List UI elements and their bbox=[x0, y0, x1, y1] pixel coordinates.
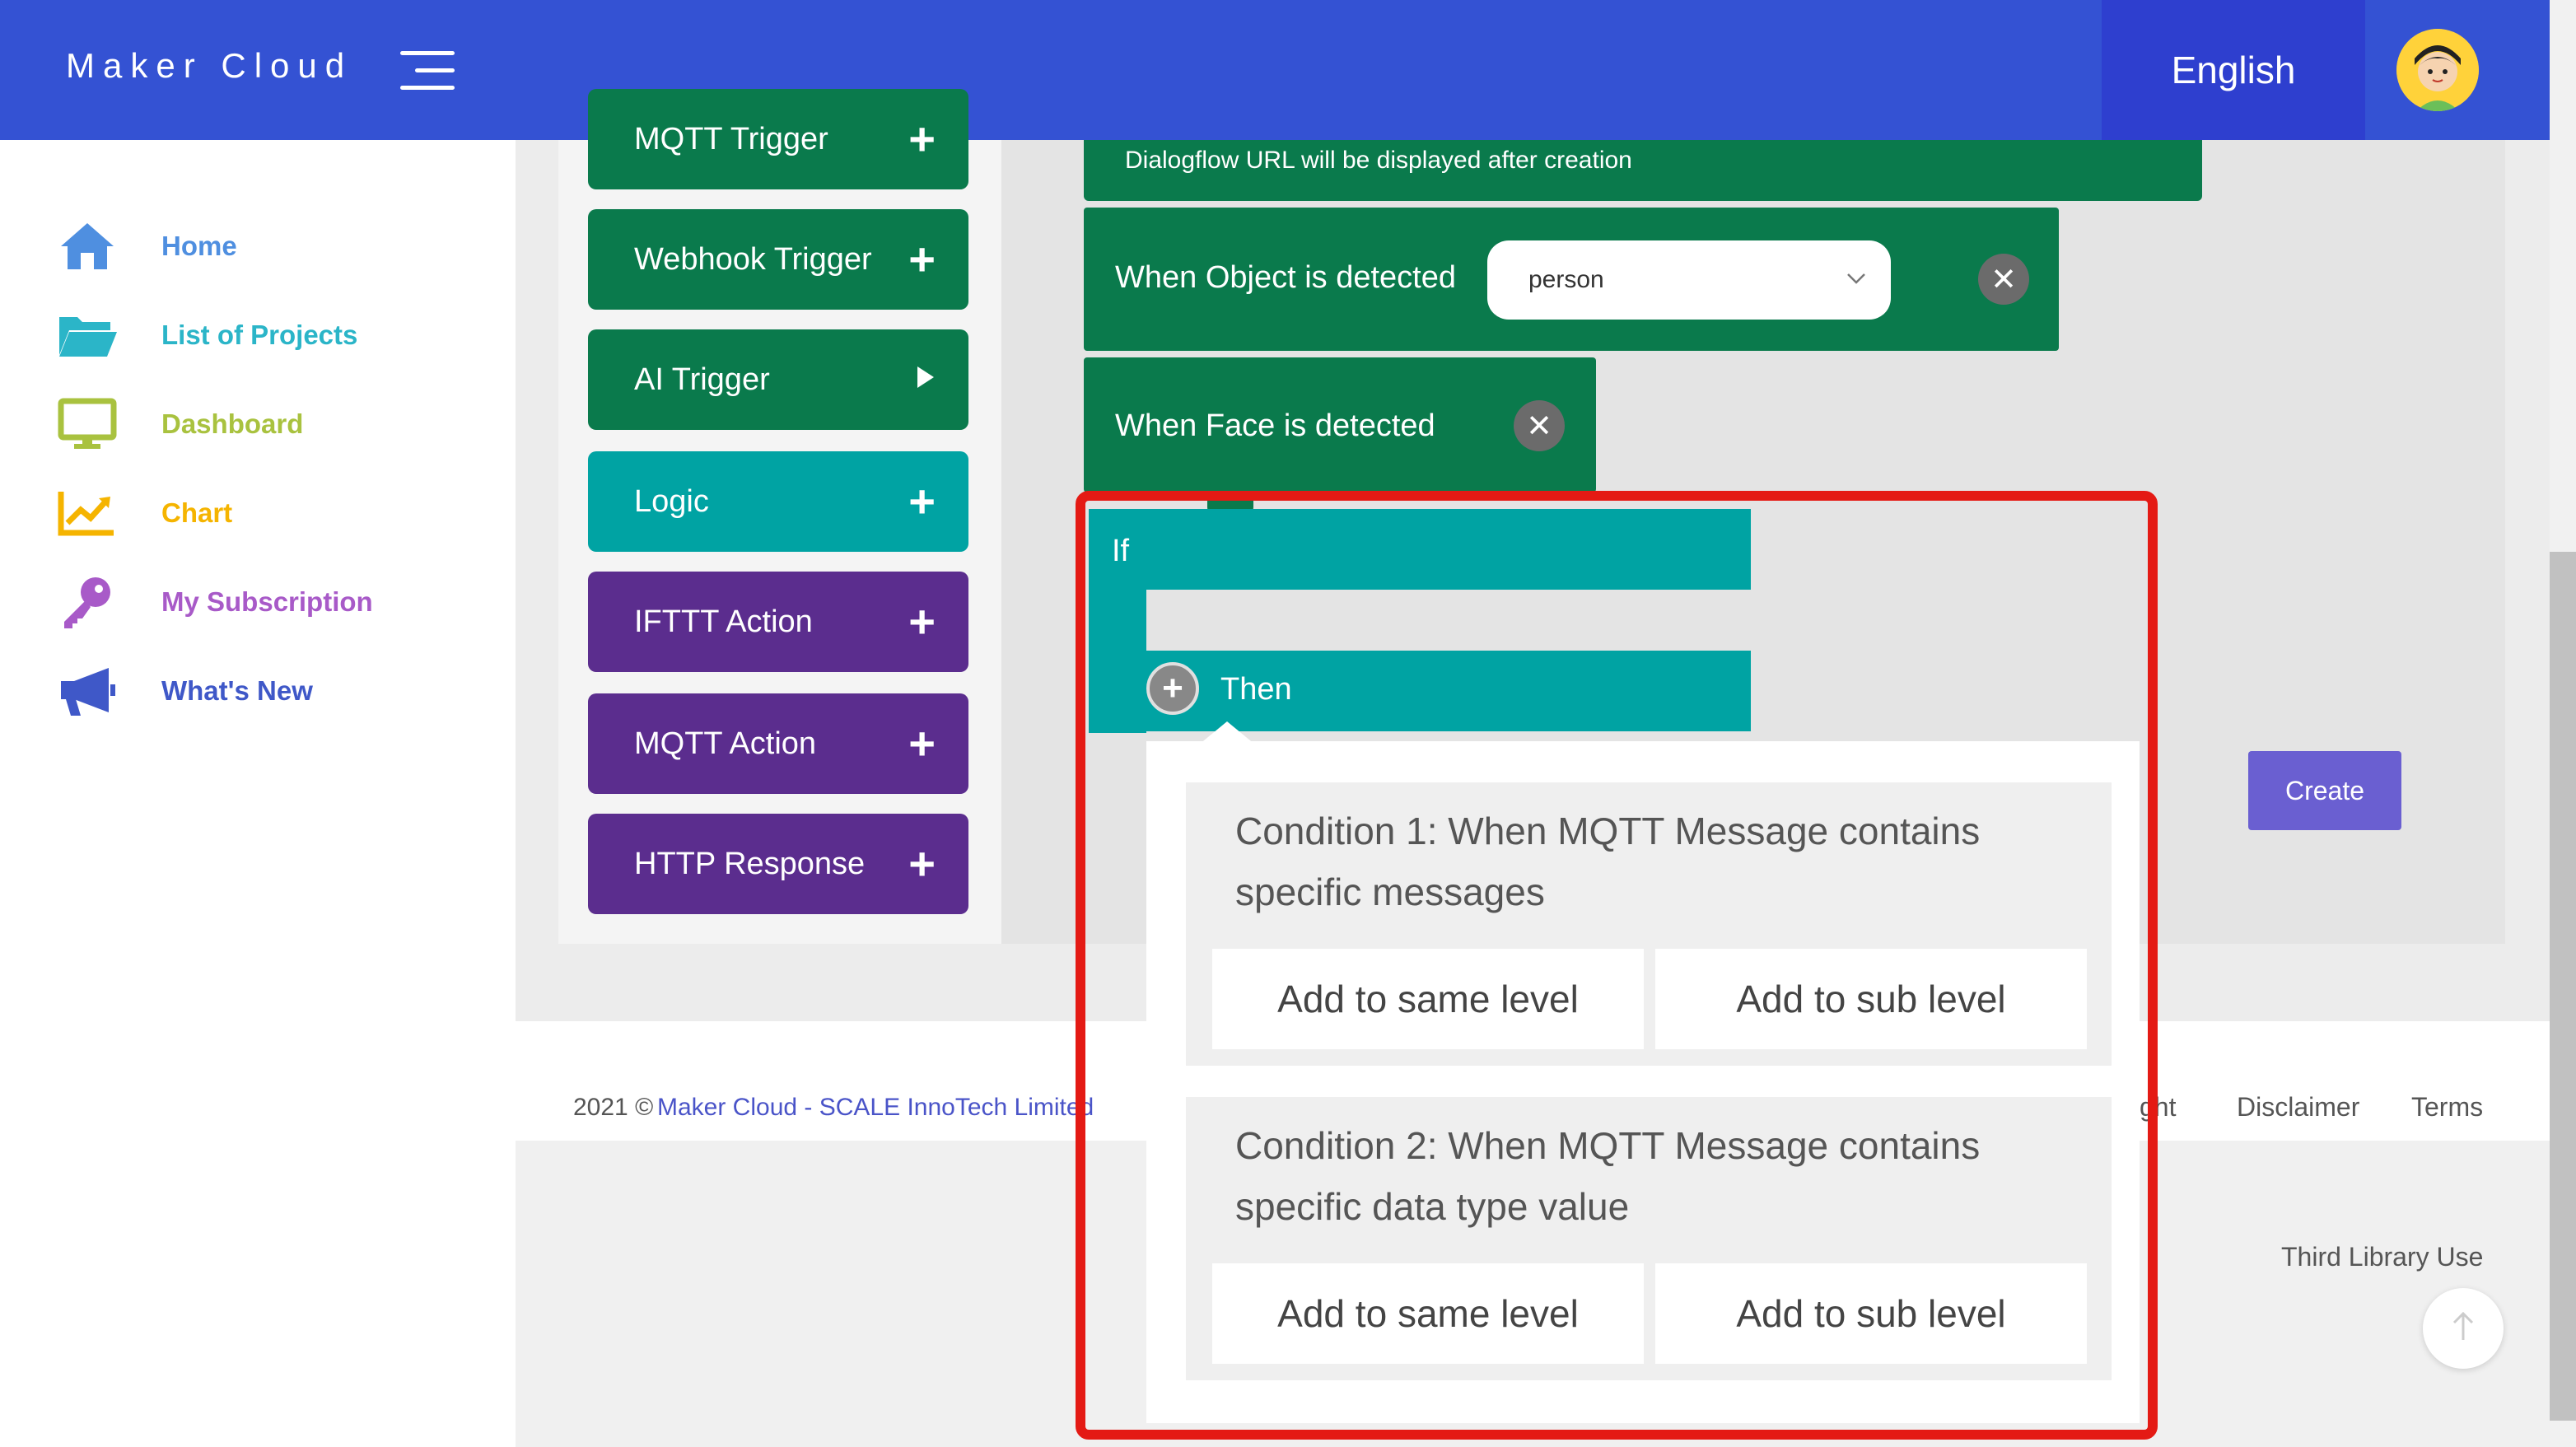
object-select-value: person bbox=[1528, 266, 1604, 293]
triangle-right-icon bbox=[916, 362, 936, 398]
plus-icon: + bbox=[908, 717, 936, 769]
hamburger-icon[interactable] bbox=[400, 51, 455, 91]
sidebar-item-whats-new[interactable]: What's New bbox=[58, 662, 313, 720]
megaphone-icon bbox=[58, 662, 124, 720]
face-detected-block[interactable]: When Face is detected ✕ bbox=[1084, 357, 1596, 492]
sidebar-item-chart[interactable]: Chart bbox=[58, 484, 232, 542]
footer-link-terms[interactable]: Terms bbox=[2411, 1092, 2483, 1123]
plus-icon: + bbox=[908, 233, 936, 285]
sidebar-item-label: What's New bbox=[161, 675, 313, 706]
plus-icon: + bbox=[908, 113, 936, 165]
object-detected-block[interactable]: When Object is detected person ✕ bbox=[1084, 208, 2059, 351]
copyright-text: 2021 © bbox=[573, 1094, 654, 1121]
sidebar-item-label: Dashboard bbox=[161, 408, 304, 439]
scroll-top-button[interactable] bbox=[2423, 1288, 2504, 1369]
palette-label: Logic bbox=[634, 483, 709, 519]
highlight-box bbox=[1076, 491, 2158, 1440]
palette-label: Webhook Trigger bbox=[634, 241, 872, 277]
key-icon bbox=[58, 573, 124, 631]
plus-icon: + bbox=[908, 595, 936, 647]
object-block-label: When Object is detected bbox=[1115, 260, 1456, 295]
palette-ai-trigger[interactable]: AI Trigger bbox=[588, 329, 968, 430]
face-block-label: When Face is detected bbox=[1115, 408, 1435, 443]
third-library-link[interactable]: Third Library Use bbox=[2281, 1242, 2483, 1272]
dialogflow-block[interactable]: Dialogflow URL will be displayed after c… bbox=[1084, 140, 2202, 201]
create-button[interactable]: Create bbox=[2248, 751, 2401, 830]
palette-logic[interactable]: Logic + bbox=[588, 451, 968, 552]
sidebar-item-home[interactable]: Home bbox=[58, 217, 237, 275]
sidebar-item-projects[interactable]: List of Projects bbox=[58, 306, 357, 364]
dialogflow-note: Dialogflow URL will be displayed after c… bbox=[1125, 147, 1632, 174]
object-select[interactable]: person bbox=[1487, 240, 1891, 320]
close-icon[interactable]: ✕ bbox=[1514, 400, 1565, 451]
user-avatar-icon[interactable] bbox=[2396, 29, 2479, 111]
arrow-up-icon bbox=[2451, 1310, 2476, 1347]
palette-mqtt-trigger[interactable]: MQTT Trigger + bbox=[588, 89, 968, 189]
plus-icon: + bbox=[908, 475, 936, 527]
palette-ifttt-action[interactable]: IFTTT Action + bbox=[588, 572, 968, 672]
palette-label: MQTT Action bbox=[634, 726, 817, 761]
monitor-icon bbox=[58, 395, 124, 453]
footer-link-disclaimer[interactable]: Disclaimer bbox=[2237, 1092, 2359, 1123]
chart-icon bbox=[58, 484, 124, 542]
palette-webhook-trigger[interactable]: Webhook Trigger + bbox=[588, 209, 968, 310]
palette-label: IFTTT Action bbox=[634, 604, 813, 639]
palette-label: AI Trigger bbox=[634, 362, 770, 397]
palette-label: MQTT Trigger bbox=[634, 121, 828, 156]
sidebar-item-label: Home bbox=[161, 231, 237, 261]
folder-icon bbox=[58, 306, 124, 364]
sidebar-item-subscription[interactable]: My Subscription bbox=[58, 573, 373, 631]
sidebar-item-label: My Subscription bbox=[161, 586, 373, 617]
palette-label: HTTP Response bbox=[634, 846, 866, 881]
copyright-link[interactable]: Maker Cloud - SCALE InnoTech Limited bbox=[657, 1094, 1094, 1122]
sidebar-item-label: List of Projects bbox=[161, 320, 358, 350]
palette-mqtt-action[interactable]: MQTT Action + bbox=[588, 693, 968, 794]
sidebar-item-dashboard[interactable]: Dashboard bbox=[58, 395, 303, 453]
brand-logo[interactable]: Maker Cloud bbox=[66, 46, 352, 86]
close-icon[interactable]: ✕ bbox=[1978, 254, 2029, 305]
chevron-down-icon bbox=[1846, 273, 1866, 288]
palette-http-response[interactable]: HTTP Response + bbox=[588, 814, 968, 914]
sidebar-item-label: Chart bbox=[161, 497, 233, 528]
plus-icon: + bbox=[908, 838, 936, 889]
language-selector[interactable]: English bbox=[2102, 0, 2365, 140]
home-icon bbox=[58, 217, 124, 275]
